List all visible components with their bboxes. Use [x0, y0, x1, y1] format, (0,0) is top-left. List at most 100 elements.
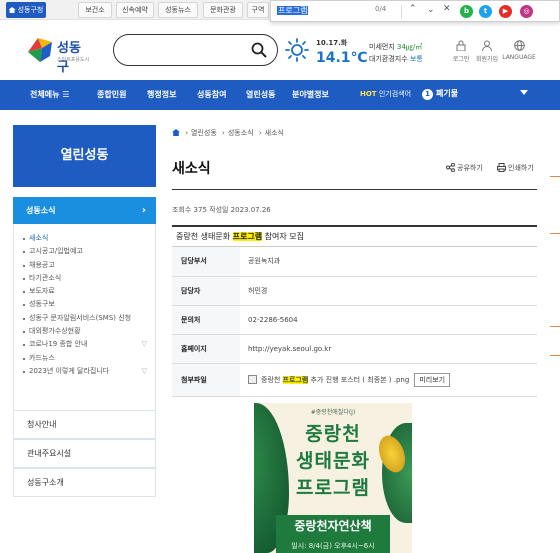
event-poster-image: #중랑천애칠다(J) 중랑천 생태문화 프로그램 중랑천자연산책 일시: 8/4…: [254, 403, 412, 553]
close-icon[interactable]: ✕: [443, 4, 451, 14]
submenu-item[interactable]: 채용공고: [23, 259, 147, 272]
lock-icon: [456, 40, 466, 51]
homepage-link[interactable]: http://yeyak.seoul.go.kr: [240, 334, 537, 363]
twitter-icon[interactable]: t: [479, 5, 492, 18]
submenu-item[interactable]: 새소식: [23, 232, 147, 245]
row-value: 02-2286-5604: [248, 315, 298, 324]
edge-marker: [550, 355, 560, 356]
sidebar-submenu: 새소식 고시공고/입법예고 채용공고 타기관소식 보도자료 성동구보 성동구 문…: [13, 224, 156, 410]
row-label: 담당자: [172, 276, 240, 305]
preview-button[interactable]: 미리보기: [414, 372, 451, 387]
breadcrumb: › 열린성동 › 성동소식 › 새소식: [172, 128, 284, 138]
language-link[interactable]: LANGUAGE: [502, 40, 536, 61]
print-button[interactable]: 인쇄하기: [497, 163, 534, 173]
find-highlight: 프로그램: [282, 375, 309, 384]
row-value: 허민경: [248, 286, 268, 295]
weather-temp: 14.1℃: [316, 50, 368, 66]
submenu-item-covid[interactable]: 코로나19 종합 안내 ▽: [23, 338, 147, 351]
submenu-item[interactable]: 성동구보: [23, 298, 147, 311]
blog-icon[interactable]: b: [460, 5, 473, 18]
air-label-index: 대기환경지수: [369, 55, 408, 63]
chevron-down-icon: ▽: [141, 366, 147, 375]
tab-district[interactable]: 구역: [247, 2, 269, 18]
tab-culture[interactable]: 문화관광: [203, 2, 243, 18]
breadcrumb-item[interactable]: 열린성동: [191, 129, 217, 137]
youtube-icon[interactable]: ▶: [499, 5, 512, 18]
row-label: 문의처: [172, 305, 240, 334]
tab-seongdong[interactable]: 성동구청: [6, 2, 46, 18]
find-input[interactable]: 프로그램: [277, 4, 309, 18]
signup-link[interactable]: 회원가입: [472, 40, 502, 63]
sidebar-item-office[interactable]: 청사안내: [13, 410, 156, 439]
find-bar: 프로그램 0/4 ⌃ ⌄ ✕ b t ▶ ◎: [270, 0, 560, 22]
submenu-item[interactable]: 대외평가수상현황: [23, 325, 147, 338]
home-icon: [8, 7, 16, 13]
nav-item-admin[interactable]: 행정정보: [147, 89, 176, 100]
search-icon[interactable]: [251, 42, 267, 58]
poster-title-line: 생태문화: [296, 450, 370, 472]
nav-item-participation[interactable]: 성동참여: [197, 89, 226, 100]
attachment-link[interactable]: 중랑천 프로그램 추가 진행 포스터 ( 최종본 ) .png: [261, 375, 409, 384]
find-prev-icon[interactable]: ⌃: [409, 4, 417, 14]
hot-keywords-label: HOT 인기검색어: [360, 90, 412, 98]
share-button[interactable]: 공유하기: [446, 162, 483, 173]
page-title: 새소식: [172, 161, 211, 177]
home-icon[interactable]: [172, 129, 180, 136]
table-row: 홈페이지 http://yeyak.seoul.go.kr: [172, 334, 537, 363]
chevron-down-icon[interactable]: [520, 90, 528, 95]
submenu-item[interactable]: 타기관소식: [23, 272, 147, 285]
edge-marker: [550, 176, 560, 177]
main-nav: 전체메뉴 ☰ 종합민원 행정정보 성동참여 열린성동 분야별정보 HOT 인기검…: [0, 80, 560, 110]
row-label: 첨부파일: [172, 363, 240, 396]
hot-keyword[interactable]: 1 폐기물: [422, 88, 458, 100]
all-menu-button[interactable]: 전체메뉴 ☰: [30, 89, 69, 100]
site-logo[interactable]: 성동구 스마트포용도시: [24, 34, 90, 75]
poster-event-date: 일시: 8/4(금) 오후4시~6시: [291, 542, 375, 550]
nav-item-open[interactable]: 열린성동: [246, 89, 275, 100]
breadcrumb-item: 새소식: [264, 129, 284, 137]
logo-mark-icon: [28, 38, 52, 62]
attachment: 중랑천 프로그램 추가 진행 포스터 ( 최종본 ) .png 미리보기: [240, 363, 537, 396]
tab-health-center[interactable]: 보건소: [78, 2, 112, 18]
row-label: 담당부서: [172, 247, 240, 276]
find-separator: [401, 5, 402, 19]
air-value-index: 보통: [409, 55, 423, 63]
tab-news[interactable]: 성동뉴스: [158, 2, 198, 18]
poster-event-name: 중랑천자연산책: [294, 519, 372, 533]
sidebar-title: 열린성동: [13, 125, 156, 187]
edge-marker: [550, 326, 560, 327]
search-input[interactable]: [113, 34, 278, 66]
find-highlight: 프로그램: [232, 232, 263, 241]
instagram-icon[interactable]: ◎: [520, 5, 533, 18]
site-header: 성동구 스마트포용도시 10.17.화 14.1℃ 미세먼지 34㎍/㎥ 대기환…: [0, 20, 560, 80]
edge-marker: [550, 233, 560, 234]
submenu-item[interactable]: 카드뉴스: [23, 352, 147, 365]
post-title: 중랑천 생태문화 프로그램 참여자 모집: [172, 225, 537, 247]
table-row: 문의처 02-2286-5604: [172, 305, 537, 334]
poster-hashtag: #중랑천애칠다(J): [310, 409, 356, 416]
row-label: 홈페이지: [172, 334, 240, 363]
chevron-down-icon: ▽: [141, 340, 147, 349]
tab-reservation[interactable]: 신속예약: [116, 2, 154, 18]
nav-item-civil[interactable]: 종합민원: [97, 89, 126, 100]
share-icon: [446, 162, 455, 173]
find-count: 0/4: [375, 5, 387, 13]
find-next-icon[interactable]: ⌄: [427, 5, 435, 15]
image-file-icon: [248, 374, 257, 384]
table-row: 담당자 허민경: [172, 276, 537, 305]
table-row: 담당부서 공원녹지과: [172, 247, 537, 276]
breadcrumb-item[interactable]: 성동소식: [228, 129, 254, 137]
nav-item-fields[interactable]: 분야별정보: [292, 89, 329, 100]
air-value-dust: 34㎍/㎥: [397, 43, 423, 51]
submenu-item[interactable]: 보도자료: [23, 285, 147, 298]
submenu-item[interactable]: 고시공고/입법예고: [23, 245, 147, 258]
chevron-right-icon: ›: [141, 205, 146, 216]
air-label-dust: 미세먼지: [369, 43, 395, 51]
logo-tagline: 스마트포용도시: [57, 57, 90, 63]
sidebar-item-facilities[interactable]: 관내주요시설: [13, 439, 156, 468]
poster-title-line: 프로그램: [296, 477, 370, 499]
sidebar-item-news[interactable]: 성동소식 ›: [13, 197, 156, 224]
submenu-item[interactable]: 성동구 문자알림서비스(SMS) 신청: [23, 312, 147, 325]
sidebar-item-about[interactable]: 성동구소개: [13, 468, 156, 497]
submenu-item-2023[interactable]: 2023년 이렇게 달라집니다 ▽: [23, 365, 147, 378]
